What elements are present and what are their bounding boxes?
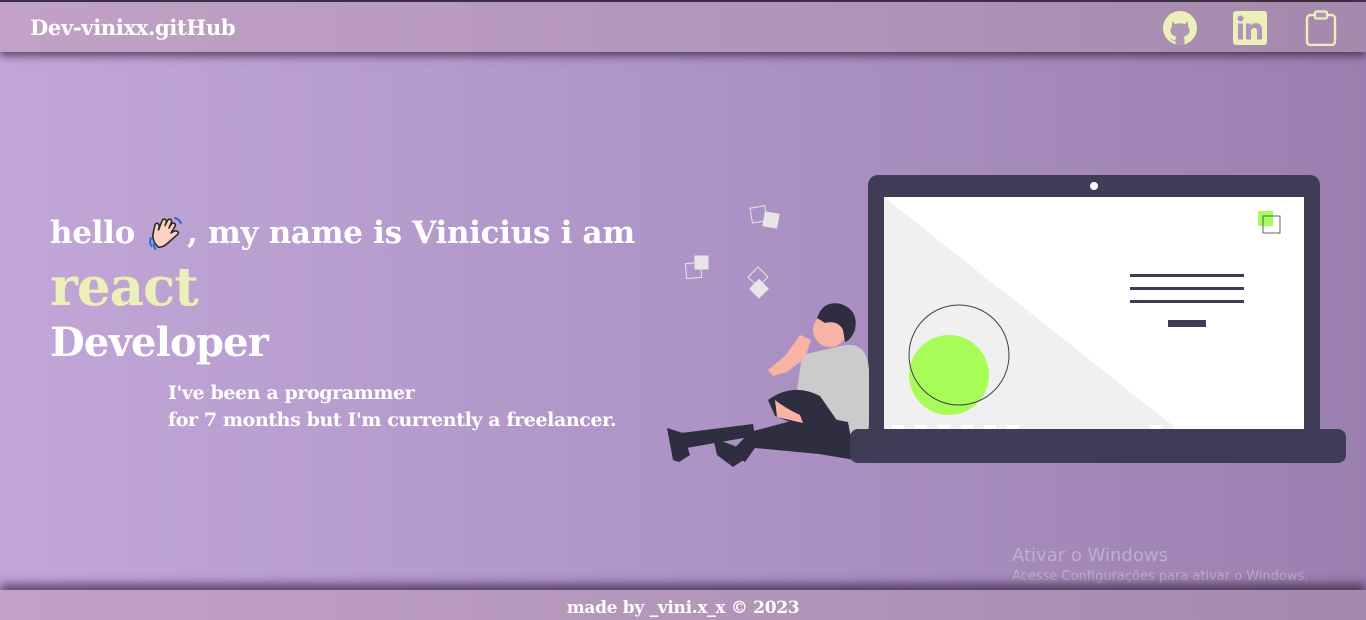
github-link[interactable] — [1162, 10, 1198, 46]
waving-hand-icon — [147, 214, 185, 252]
top-bar: Dev-vinixx.gitHub — [0, 0, 1366, 52]
floating-squares — [684, 205, 780, 299]
linkedin-link[interactable] — [1232, 10, 1268, 46]
person-figure — [667, 303, 869, 467]
greeting-name-text: , my name is Vinicius i am — [187, 215, 635, 251]
brand-title[interactable]: Dev-vinixx.gitHub — [30, 15, 236, 40]
bio-line-1: I've been a programmer — [168, 382, 415, 404]
watermark-title: Ativar o Windows — [1012, 545, 1168, 566]
greeting-line: hello , my name is Vinicius i am — [50, 212, 635, 254]
github-icon[interactable] — [1162, 10, 1198, 46]
clipboard-link[interactable] — [1303, 10, 1339, 46]
linkedin-icon[interactable] — [1232, 10, 1268, 46]
title-text: Developer — [50, 319, 269, 366]
watermark-subtitle: Acesse Configurações para ativar o Windo… — [1012, 569, 1309, 584]
greeting-text: hello — [50, 215, 135, 251]
activation-watermark: Ativar o Windows Acesse Configurações pa… — [1012, 545, 1308, 587]
bio-line-2: for 7 months but I'm currently a freelan… — [168, 409, 617, 431]
footer-text: made by _vini.x_x © 2023 — [566, 598, 800, 618]
developer-illustration — [655, 170, 1355, 475]
clipboard-icon[interactable] — [1303, 10, 1339, 46]
hero-section: hello , my name is Vinicius i am react D… — [50, 212, 635, 363]
role-text: react — [50, 256, 199, 318]
footer-bar: made by _vini.x_x © 2023 — [0, 590, 1366, 620]
bio-text: I've been a programmer for 7 months but … — [168, 380, 617, 434]
